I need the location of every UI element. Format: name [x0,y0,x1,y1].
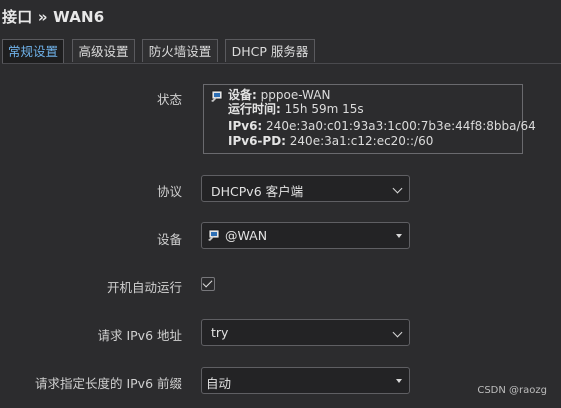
chevron-down-icon [392,183,403,194]
device-select-value: @WAN [225,228,268,243]
status-ipv6pd-key: IPv6-PD: [228,134,286,148]
request-ipv6-prefix-value: 自动 [206,376,232,391]
status-box: 设备: pppoe-WAN 运行时间: 15h 59m 15s IPv6: 24… [203,84,536,154]
status-uptime-line: 运行时间: 15h 59m 15s [228,102,364,117]
autostart-checkbox[interactable] [201,277,215,291]
network-interface-icon [208,229,220,241]
request-ipv6-prefix-label: 请求指定长度的 IPv6 前缀 [34,376,182,391]
watermark: CSDN @raozg [477,385,547,396]
status-uptime-key: 运行时间: [228,102,281,116]
tab-dhcp-server[interactable]: DHCP 服务器 [225,39,315,62]
status-device-key: 设备: [228,88,257,102]
protocol-select-value: DHCPv6 客户端 [211,184,304,199]
protocol-select[interactable]: DHCPv6 客户端 [201,175,410,202]
request-ipv6-address-select[interactable]: try [201,319,410,346]
request-ipv6-address-label: 请求 IPv6 地址 [97,328,182,343]
device-select[interactable]: @WAN [201,222,410,249]
tab-bar: 常规设置 高级设置 防火墙设置 DHCP 服务器 [2,39,561,64]
status-uptime-value: 15h 59m 15s [280,102,364,116]
status-ipv6pd-value: 240e:3a1:c12:ec20::/60 [285,134,434,148]
device-label: 设备 [156,232,182,247]
network-interface-icon [211,90,223,102]
request-ipv6-prefix-select[interactable]: 自动 [201,367,410,394]
autostart-label: 开机自动运行 [106,280,182,295]
status-device-value: pppoe-WAN [256,88,331,102]
status-ipv6-key: IPv6: [228,119,263,133]
status-ipv6pd-line: IPv6-PD: 240e:3a1:c12:ec20::/60 [228,134,434,149]
status-ipv6-line: IPv6: 240e:3a0:c01:93a3:1c00:7b3e:44f8:8… [228,119,536,134]
status-label: 状态 [156,92,182,107]
chevron-down-icon [392,327,403,338]
caret-down-icon [396,234,402,238]
request-ipv6-address-value: try [211,325,229,340]
caret-down-icon [396,379,402,383]
status-device-line: 设备: pppoe-WAN [228,88,331,103]
page-title: 接口 » WAN6 [2,8,105,26]
protocol-label: 协议 [156,184,182,199]
status-ipv6-value: 240e:3a0:c01:93a3:1c00:7b3e:44f8:8bba/64 [262,119,536,133]
tab-firewall-settings[interactable]: 防火墙设置 [142,39,218,62]
tab-general-settings[interactable]: 常规设置 [2,39,64,63]
tab-advanced-settings[interactable]: 高级设置 [72,39,135,62]
checkmark-icon [202,277,213,288]
